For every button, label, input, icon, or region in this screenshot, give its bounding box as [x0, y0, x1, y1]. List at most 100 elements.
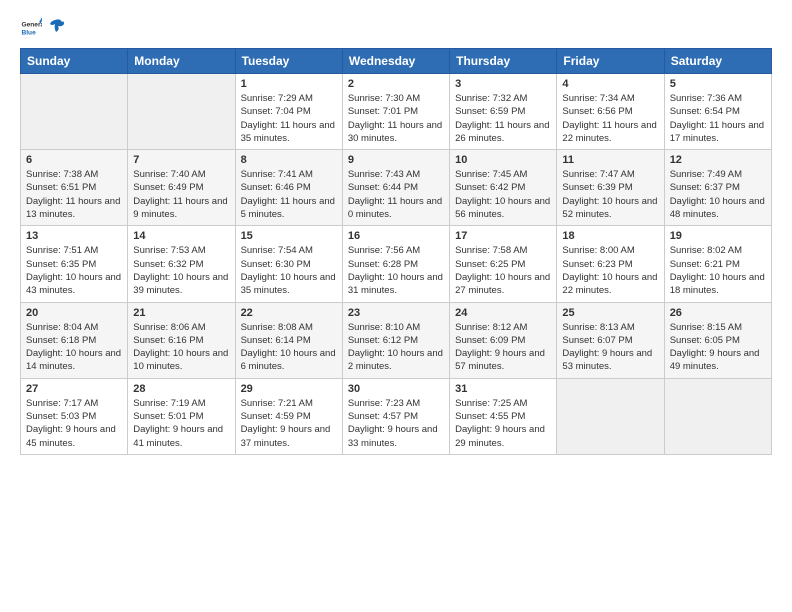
calendar-cell: 28 Sunrise: 7:19 AMSunset: 5:01 PMDayligh…	[128, 378, 235, 454]
day-info: Sunrise: 7:25 AMSunset: 4:55 PMDaylight:…	[455, 397, 551, 450]
calendar-week-row: 27 Sunrise: 7:17 AMSunset: 5:03 PMDayligh…	[21, 378, 772, 454]
day-info: Sunrise: 7:34 AMSunset: 6:56 PMDaylight:…	[562, 92, 658, 145]
day-info: Sunrise: 7:19 AMSunset: 5:01 PMDaylight:…	[133, 397, 229, 450]
day-header-friday: Friday	[557, 49, 664, 74]
day-number: 26	[670, 307, 766, 319]
day-number: 9	[348, 154, 444, 166]
day-info: Sunrise: 7:43 AMSunset: 6:44 PMDaylight:…	[348, 168, 444, 221]
calendar-cell: 23 Sunrise: 8:10 AMSunset: 6:12 PMDayligh…	[342, 302, 449, 378]
day-info: Sunrise: 7:36 AMSunset: 6:54 PMDaylight:…	[670, 92, 766, 145]
calendar-cell: 19 Sunrise: 8:02 AMSunset: 6:21 PMDayligh…	[664, 226, 771, 302]
day-number: 20	[26, 307, 122, 319]
calendar-cell: 31 Sunrise: 7:25 AMSunset: 4:55 PMDayligh…	[450, 378, 557, 454]
day-number: 27	[26, 383, 122, 395]
day-number: 30	[348, 383, 444, 395]
calendar-cell: 12 Sunrise: 7:49 AMSunset: 6:37 PMDayligh…	[664, 150, 771, 226]
day-header-saturday: Saturday	[664, 49, 771, 74]
day-info: Sunrise: 7:51 AMSunset: 6:35 PMDaylight:…	[26, 244, 122, 297]
day-info: Sunrise: 8:12 AMSunset: 6:09 PMDaylight:…	[455, 321, 551, 374]
calendar-cell: 10Sunrise: 7:45 AMSunset: 6:42 PMDayligh…	[450, 150, 557, 226]
day-info: Sunrise: 7:38 AMSunset: 6:51 PMDaylight:…	[26, 168, 122, 221]
calendar-cell: 22 Sunrise: 8:08 AMSunset: 6:14 PMDayligh…	[235, 302, 342, 378]
calendar-week-row: 13 Sunrise: 7:51 AMSunset: 6:35 PMDayligh…	[21, 226, 772, 302]
day-number: 3	[455, 78, 551, 90]
day-number: 12	[670, 154, 766, 166]
day-number: 19	[670, 230, 766, 242]
day-info: Sunrise: 7:58 AMSunset: 6:25 PMDaylight:…	[455, 244, 551, 297]
day-info: Sunrise: 8:02 AMSunset: 6:21 PMDaylight:…	[670, 244, 766, 297]
day-info: Sunrise: 7:53 AMSunset: 6:32 PMDaylight:…	[133, 244, 229, 297]
calendar-cell: 25Sunrise: 8:13 AMSunset: 6:07 PMDayligh…	[557, 302, 664, 378]
day-number: 24	[455, 307, 551, 319]
calendar-table: SundayMondayTuesdayWednesdayThursdayFrid…	[20, 48, 772, 455]
calendar-cell: 15 Sunrise: 7:54 AMSunset: 6:30 PMDayligh…	[235, 226, 342, 302]
calendar-week-row: 20 Sunrise: 8:04 AMSunset: 6:18 PMDayligh…	[21, 302, 772, 378]
calendar-cell: 17 Sunrise: 7:58 AMSunset: 6:25 PMDayligh…	[450, 226, 557, 302]
day-header-thursday: Thursday	[450, 49, 557, 74]
calendar-cell: 29Sunrise: 7:21 AMSunset: 4:59 PMDayligh…	[235, 378, 342, 454]
logo: General Blue	[20, 16, 64, 38]
page: General Blue Su	[0, 0, 792, 612]
day-number: 18	[562, 230, 658, 242]
day-info: Sunrise: 8:06 AMSunset: 6:16 PMDaylight:…	[133, 321, 229, 374]
calendar-cell: 20 Sunrise: 8:04 AMSunset: 6:18 PMDayligh…	[21, 302, 128, 378]
day-number: 4	[562, 78, 658, 90]
day-info: Sunrise: 7:30 AMSunset: 7:01 PMDaylight:…	[348, 92, 444, 145]
calendar-cell: 3 Sunrise: 7:32 AMSunset: 6:59 PMDaylight…	[450, 74, 557, 150]
logo-icon: General Blue	[20, 16, 42, 38]
day-number: 14	[133, 230, 229, 242]
calendar-cell: 21 Sunrise: 8:06 AMSunset: 6:16 PMDayligh…	[128, 302, 235, 378]
day-number: 8	[241, 154, 337, 166]
day-number: 22	[241, 307, 337, 319]
day-number: 7	[133, 154, 229, 166]
day-number: 5	[670, 78, 766, 90]
day-number: 13	[26, 230, 122, 242]
calendar-cell: 16 Sunrise: 7:56 AMSunset: 6:28 PMDayligh…	[342, 226, 449, 302]
calendar-cell: 5 Sunrise: 7:36 AMSunset: 6:54 PMDaylight…	[664, 74, 771, 150]
day-number: 16	[348, 230, 444, 242]
day-header-wednesday: Wednesday	[342, 49, 449, 74]
day-info: Sunrise: 7:49 AMSunset: 6:37 PMDaylight:…	[670, 168, 766, 221]
calendar-cell: 9 Sunrise: 7:43 AMSunset: 6:44 PMDaylight…	[342, 150, 449, 226]
day-info: Sunrise: 7:54 AMSunset: 6:30 PMDaylight:…	[241, 244, 337, 297]
day-info: Sunrise: 7:32 AMSunset: 6:59 PMDaylight:…	[455, 92, 551, 145]
day-info: Sunrise: 7:40 AMSunset: 6:49 PMDaylight:…	[133, 168, 229, 221]
day-info: Sunrise: 7:29 AMSunset: 7:04 PMDaylight:…	[241, 92, 337, 145]
calendar-cell: 11Sunrise: 7:47 AMSunset: 6:39 PMDayligh…	[557, 150, 664, 226]
calendar-cell: 4 Sunrise: 7:34 AMSunset: 6:56 PMDaylight…	[557, 74, 664, 150]
calendar-cell: 2Sunrise: 7:30 AMSunset: 7:01 PMDaylight…	[342, 74, 449, 150]
calendar-cell	[21, 74, 128, 150]
calendar-cell: 30 Sunrise: 7:23 AMSunset: 4:57 PMDayligh…	[342, 378, 449, 454]
calendar-cell: 7 Sunrise: 7:40 AMSunset: 6:49 PMDaylight…	[128, 150, 235, 226]
calendar-cell	[128, 74, 235, 150]
calendar-cell: 24 Sunrise: 8:12 AMSunset: 6:09 PMDayligh…	[450, 302, 557, 378]
day-number: 23	[348, 307, 444, 319]
calendar-cell: 13 Sunrise: 7:51 AMSunset: 6:35 PMDayligh…	[21, 226, 128, 302]
day-info: Sunrise: 8:08 AMSunset: 6:14 PMDaylight:…	[241, 321, 337, 374]
calendar-cell	[557, 378, 664, 454]
day-number: 21	[133, 307, 229, 319]
day-header-tuesday: Tuesday	[235, 49, 342, 74]
day-header-sunday: Sunday	[21, 49, 128, 74]
day-number: 25	[562, 307, 658, 319]
day-number: 17	[455, 230, 551, 242]
calendar-cell: 8Sunrise: 7:41 AMSunset: 6:46 PMDaylight…	[235, 150, 342, 226]
day-info: Sunrise: 7:45 AMSunset: 6:42 PMDaylight:…	[455, 168, 551, 221]
day-info: Sunrise: 8:00 AMSunset: 6:23 PMDaylight:…	[562, 244, 658, 297]
day-number: 15	[241, 230, 337, 242]
day-info: Sunrise: 7:21 AMSunset: 4:59 PMDaylight:…	[241, 397, 337, 450]
header: General Blue	[20, 16, 772, 38]
svg-text:General: General	[21, 21, 42, 28]
day-number: 31	[455, 383, 551, 395]
day-info: Sunrise: 8:04 AMSunset: 6:18 PMDaylight:…	[26, 321, 122, 374]
day-number: 28	[133, 383, 229, 395]
day-info: Sunrise: 7:17 AMSunset: 5:03 PMDaylight:…	[26, 397, 122, 450]
day-info: Sunrise: 7:56 AMSunset: 6:28 PMDaylight:…	[348, 244, 444, 297]
day-number: 6	[26, 154, 122, 166]
day-info: Sunrise: 7:23 AMSunset: 4:57 PMDaylight:…	[348, 397, 444, 450]
logo-text-block	[46, 18, 64, 36]
calendar-cell: 18 Sunrise: 8:00 AMSunset: 6:23 PMDayligh…	[557, 226, 664, 302]
calendar-week-row: 1Sunrise: 7:29 AMSunset: 7:04 PMDaylight…	[21, 74, 772, 150]
calendar-cell: 14 Sunrise: 7:53 AMSunset: 6:32 PMDayligh…	[128, 226, 235, 302]
day-info: Sunrise: 8:10 AMSunset: 6:12 PMDaylight:…	[348, 321, 444, 374]
